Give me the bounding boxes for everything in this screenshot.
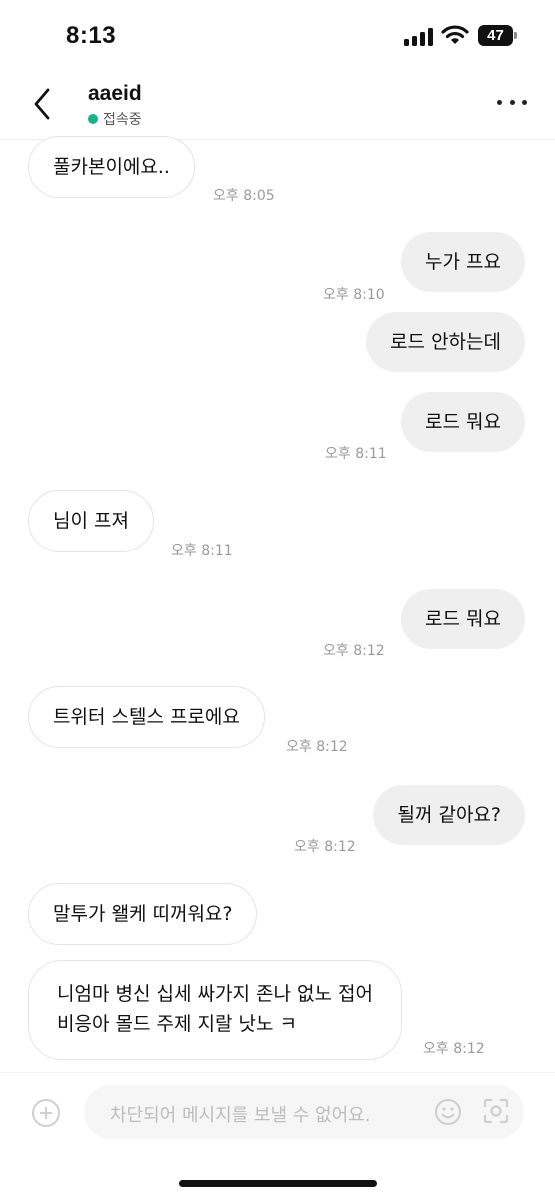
incoming-message[interactable]: 말투가 왤케 띠꺼워요? xyxy=(28,883,258,945)
wifi-icon xyxy=(441,25,469,44)
message-line: 비응아 몰드 주제 지랄 낫노 ㅋ xyxy=(57,1013,297,1035)
status-bar: 8:13 47 xyxy=(0,0,555,72)
outgoing-message[interactable]: 될꺼 같아요? xyxy=(373,785,525,845)
message-list: 풀카본이에요.. 오후 8:05 누가 프요 오후 8:10 로드 안하는데 로… xyxy=(0,136,555,1072)
online-dot-icon xyxy=(88,114,98,124)
chat-header: aaeid 접속중 xyxy=(0,72,555,140)
emoji-icon[interactable] xyxy=(433,1097,463,1127)
incoming-message[interactable]: 님이 프져 xyxy=(28,490,154,552)
outgoing-message[interactable]: 로드 뭐요 xyxy=(401,589,525,649)
incoming-message[interactable]: 트위터 스텔스 프로에요 xyxy=(28,686,265,748)
presence-label: 접속중 xyxy=(103,112,142,128)
message-time: 오후 8:11 xyxy=(325,446,387,462)
message-time: 오후 8:05 xyxy=(213,188,275,204)
message-time: 오후 8:12 xyxy=(423,1041,485,1057)
contact-name[interactable]: aaeid xyxy=(88,82,142,106)
outgoing-message[interactable]: 로드 안하는데 xyxy=(366,312,525,372)
cellular-signal-icon xyxy=(404,28,434,46)
message-time: 오후 8:12 xyxy=(294,839,356,855)
battery-level: 47 xyxy=(478,25,513,46)
input-placeholder: 차단되어 메시지를 보낼 수 없어요. xyxy=(110,1105,371,1126)
outgoing-message[interactable]: 누가 프요 xyxy=(401,232,525,292)
battery-icon: 47 xyxy=(478,25,518,46)
status-time: 8:13 xyxy=(66,22,117,49)
message-time: 오후 8:12 xyxy=(323,643,385,659)
camera-scan-icon[interactable] xyxy=(482,1097,510,1125)
message-time: 오후 8:10 xyxy=(323,287,385,303)
presence-status: 접속중 xyxy=(88,109,142,129)
chevron-left-icon[interactable] xyxy=(28,84,60,124)
composer-bar: 차단되어 메시지를 보낼 수 없어요. xyxy=(0,1072,555,1152)
message-time: 오후 8:12 xyxy=(286,739,348,755)
home-indicator[interactable] xyxy=(179,1180,377,1187)
plus-circle-icon[interactable] xyxy=(32,1099,60,1127)
message-time: 오후 8:11 xyxy=(171,543,233,559)
outgoing-message[interactable]: 로드 뭐요 xyxy=(401,392,525,452)
incoming-message[interactable]: 풀카본이에요.. xyxy=(28,136,195,198)
message-line: 니엄마 병신 십세 싸가지 존나 없노 접어 xyxy=(57,983,373,1005)
incoming-message[interactable]: 니엄마 병신 십세 싸가지 존나 없노 접어 비응아 몰드 주제 지랄 낫노 ㅋ xyxy=(28,960,402,1060)
more-options-icon[interactable] xyxy=(497,94,527,110)
